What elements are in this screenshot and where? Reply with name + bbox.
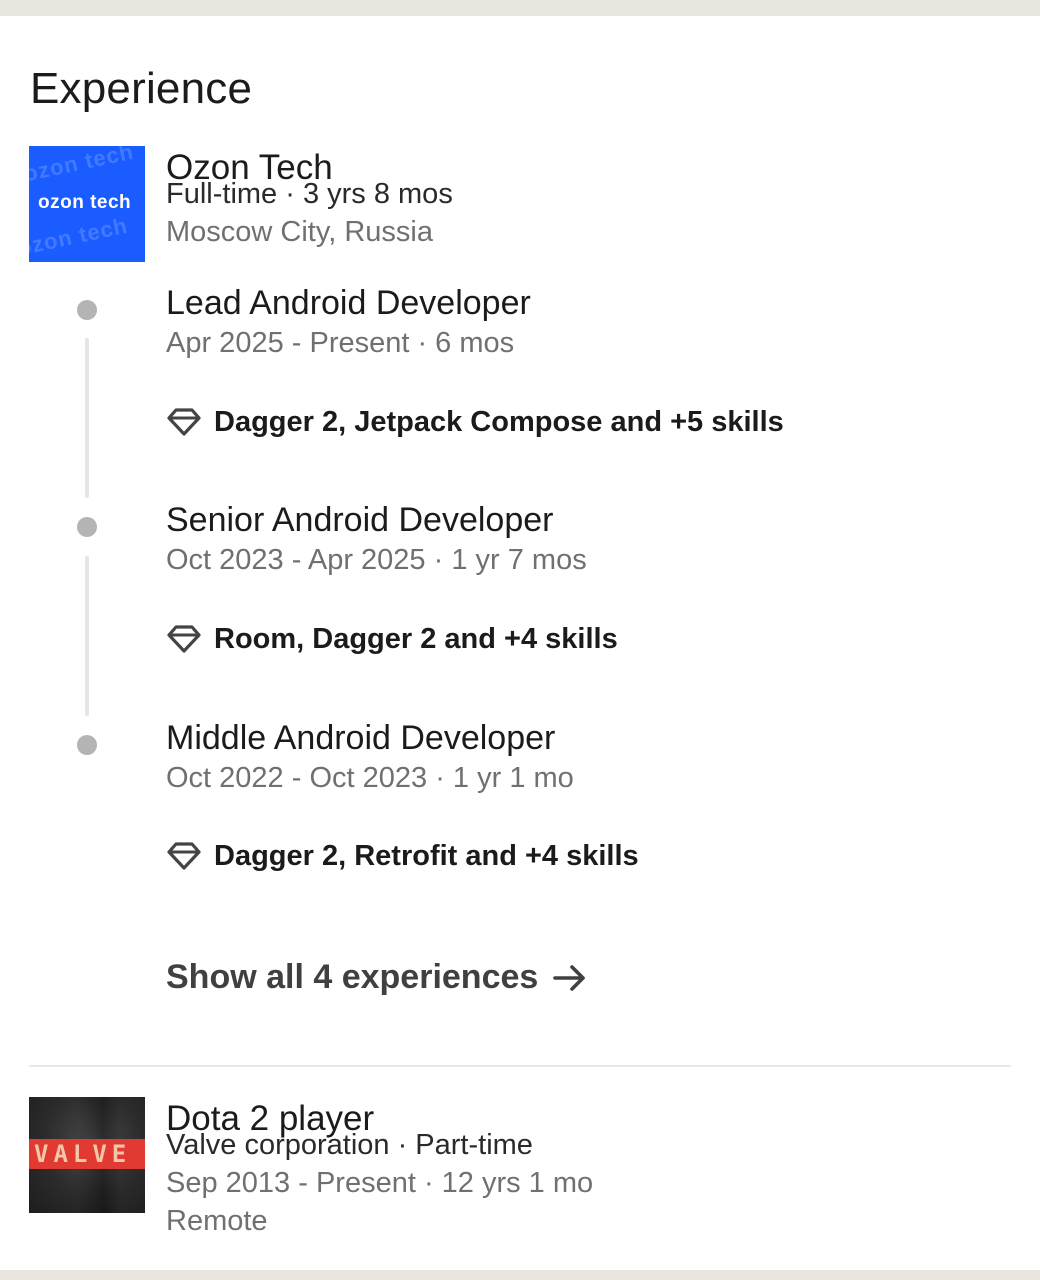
role-skills[interactable]: Dagger 2, Jetpack Compose and +5 skills xyxy=(166,404,784,440)
diamond-icon xyxy=(167,625,201,653)
timeline-dot xyxy=(77,735,97,755)
show-all-label: Show all 4 experiences xyxy=(166,958,539,996)
skills-label: Dagger 2, Retrofit and +4 skills xyxy=(214,839,639,872)
arrow-right-icon xyxy=(553,964,586,991)
valve-logo-wordmark: VALVE xyxy=(34,1140,132,1168)
valve-logo[interactable]: VALVE xyxy=(29,1097,145,1213)
show-all-experiences-link[interactable]: Show all 4 experiences xyxy=(166,958,588,997)
divider xyxy=(29,1065,1011,1067)
timeline-dot xyxy=(77,517,97,537)
timeline-line xyxy=(85,556,89,716)
skills-label: Dagger 2, Jetpack Compose and +5 skills xyxy=(214,405,784,438)
section-title: Experience xyxy=(30,64,253,113)
role-dates: Apr 2025 - Present · 6 mos xyxy=(166,327,515,359)
ozon-tech-logo-wordmark: ozon tech xyxy=(38,192,132,213)
timeline-dot xyxy=(77,300,97,320)
company-location: Moscow City, Russia xyxy=(166,216,433,248)
experience-card: Experience ozon tech ozon tech ozon tech… xyxy=(0,16,1040,1270)
timeline-line xyxy=(85,338,89,498)
role-dates: Oct 2022 - Oct 2023 · 1 yr 1 mo xyxy=(166,762,574,794)
role-dates: Oct 2023 - Apr 2025 · 1 yr 7 mos xyxy=(166,544,587,576)
skills-label: Room, Dagger 2 and +4 skills xyxy=(214,622,618,655)
diamond-icon xyxy=(167,408,201,436)
diamond-icon xyxy=(167,842,201,870)
job-dates: Sep 2013 - Present · 12 yrs 1 mo xyxy=(166,1167,594,1199)
company-employment: Valve corporation · Part-time xyxy=(166,1129,533,1161)
role-title[interactable]: Lead Android Developer xyxy=(166,284,531,323)
role-title[interactable]: Middle Android Developer xyxy=(166,719,555,758)
role-skills[interactable]: Room, Dagger 2 and +4 skills xyxy=(166,621,618,657)
job-location: Remote xyxy=(166,1205,268,1237)
ozon-tech-logo[interactable]: ozon tech ozon tech ozon tech xyxy=(29,146,145,262)
role-skills[interactable]: Dagger 2, Retrofit and +4 skills xyxy=(166,838,639,874)
role-title[interactable]: Senior Android Developer xyxy=(166,501,553,540)
employment-info: Full-time · 3 yrs 8 mos xyxy=(166,178,453,210)
